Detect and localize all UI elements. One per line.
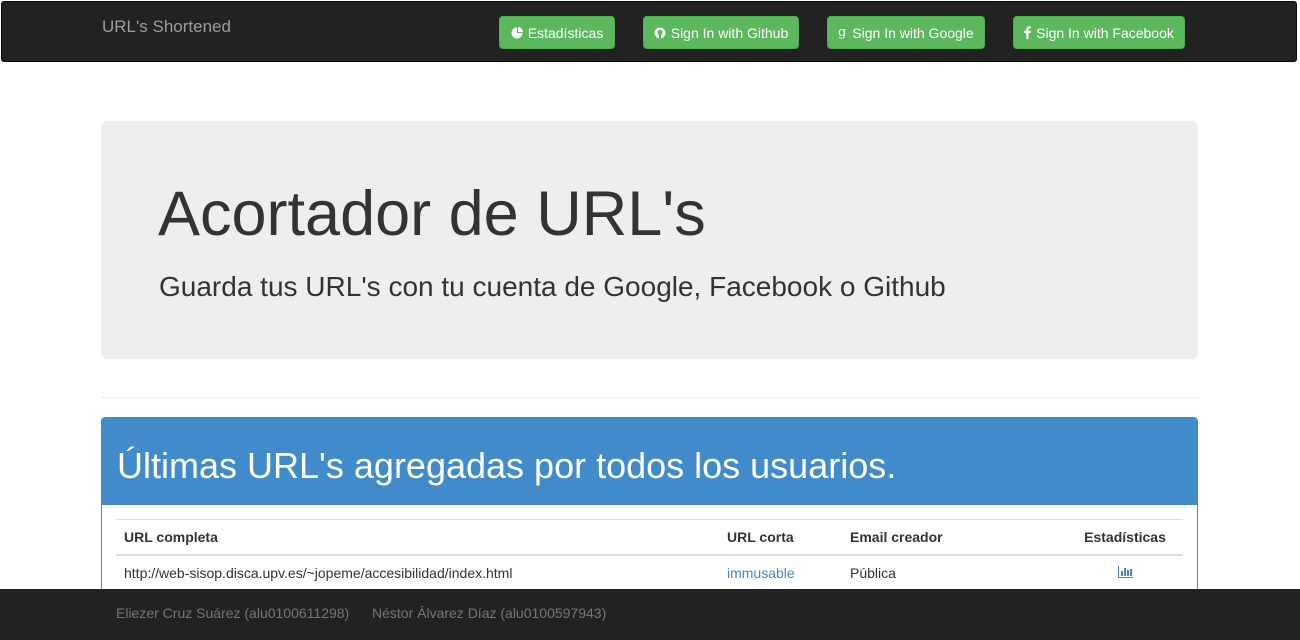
cell-full-url: http://web-sisop.disca.upv.es/~jopeme/ac… [124,565,513,581]
panel-heading: Últimas URL's agregadas por todos los us… [102,418,1197,505]
col-header-email: Email creador [842,519,1067,556]
hero-title: Acortador de URL's [158,179,706,249]
col-header-short-url: URL corta [719,519,842,556]
github-signin-label: Sign In with Github [670,24,789,41]
github-signin-button[interactable]: Sign In with Github [643,16,799,49]
google-signin-label: Sign In with Google [852,24,974,41]
col-header-stats: Estadísticas [1067,519,1183,556]
short-url-link[interactable]: immusable [727,565,795,581]
google-icon: g [838,26,847,39]
github-icon [654,27,666,39]
hero-subtitle: Guarda tus URL's con tu cuenta de Google… [159,271,946,302]
statistics-button-label: Estadísticas [527,24,604,41]
pie-chart-icon [511,26,523,39]
divider [101,397,1198,398]
top-navbar: URL's Shortened Estadísticas Sign In wit… [1,1,1297,62]
facebook-icon [1024,26,1032,39]
footer: Eliezer Cruz Suárez (alu0100611298) Nést… [0,589,1300,640]
facebook-signin-label: Sign In with Facebook [1036,24,1174,41]
col-header-full-url: URL completa [116,519,719,556]
bar-chart-icon[interactable] [1117,565,1133,581]
footer-author-2: Néstor Álvarez Díaz (alu0100597943) [372,605,607,621]
svg-text:g: g [838,26,846,39]
facebook-signin-button[interactable]: Sign In with Facebook [1013,16,1185,49]
cell-email: Pública [850,565,896,581]
urls-table: URL completa URL corta Email creador Est… [116,519,1183,590]
footer-author-1: Eliezer Cruz Suárez (alu0100611298) [116,605,350,621]
panel-title: Últimas URL's agregadas por todos los us… [117,445,897,486]
table-row: http://web-sisop.disca.upv.es/~jopeme/ac… [116,555,1183,590]
brand-link[interactable]: URL's Shortened [102,17,231,37]
cell-stats [1067,555,1183,590]
table-header-row: URL completa URL corta Email creador Est… [116,519,1183,556]
hero-jumbotron: Acortador de URL's Guarda tus URL's con … [101,121,1198,359]
latest-urls-panel: Últimas URL's agregadas por todos los us… [101,417,1198,617]
cell-short-url: immusable [719,555,842,590]
statistics-button[interactable]: Estadísticas [499,16,615,49]
google-signin-button[interactable]: g Sign In with Google [827,16,985,49]
